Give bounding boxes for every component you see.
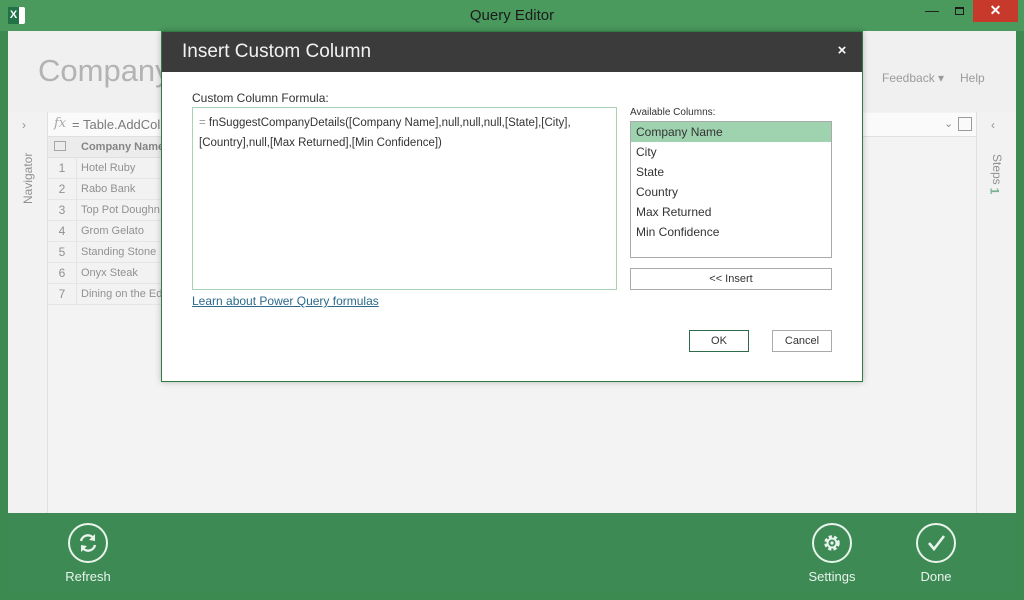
refresh-button[interactable]: Refresh xyxy=(48,521,128,591)
custom-column-formula-input[interactable]: = fnSuggestCompanyDetails([Company Name]… xyxy=(192,107,617,290)
ok-button[interactable]: OK xyxy=(689,330,749,352)
column-item-company-name[interactable]: Company Name xyxy=(631,122,831,142)
formula-equals: = xyxy=(199,117,206,129)
column-item-country[interactable]: Country xyxy=(631,182,831,202)
window-title-bar: X Query Editor — ✕ xyxy=(0,0,1024,31)
available-columns-label: Available Columns: xyxy=(630,107,716,118)
column-item-state[interactable]: State xyxy=(631,162,831,182)
gear-icon xyxy=(812,523,852,563)
column-item-city[interactable]: City xyxy=(631,142,831,162)
bottom-action-bar: Refresh Settings Done xyxy=(8,513,1016,592)
done-button[interactable]: Done xyxy=(896,521,976,591)
refresh-icon xyxy=(68,523,108,563)
minimize-button[interactable]: — xyxy=(918,0,946,22)
window-title: Query Editor xyxy=(469,7,555,24)
settings-button[interactable]: Settings xyxy=(792,521,872,591)
dialog-header: Insert Custom Column × xyxy=(162,32,862,72)
window-close-button[interactable]: ✕ xyxy=(973,0,1018,22)
column-item-min-confidence[interactable]: Min Confidence xyxy=(631,222,831,242)
done-label: Done xyxy=(920,569,952,584)
learn-formulas-link[interactable]: Learn about Power Query formulas xyxy=(192,294,379,308)
formula-label: Custom Column Formula: xyxy=(192,91,329,105)
formula-value: fnSuggestCompanyDetails([Company Name],n… xyxy=(199,117,571,149)
dialog-close-button[interactable]: × xyxy=(832,41,852,61)
insert-column-button[interactable]: << Insert xyxy=(630,268,832,290)
column-item-max-returned[interactable]: Max Returned xyxy=(631,202,831,222)
refresh-label: Refresh xyxy=(65,569,111,584)
maximize-button[interactable] xyxy=(946,0,973,22)
cancel-button[interactable]: Cancel xyxy=(772,330,832,352)
settings-label: Settings xyxy=(808,569,856,584)
available-columns-list[interactable]: Company Name City State Country Max Retu… xyxy=(630,121,832,258)
insert-custom-column-dialog: Insert Custom Column × Custom Column For… xyxy=(161,31,863,382)
checkmark-icon xyxy=(916,523,956,563)
dialog-title: Insert Custom Column xyxy=(182,41,372,62)
maximize-icon xyxy=(955,7,964,16)
